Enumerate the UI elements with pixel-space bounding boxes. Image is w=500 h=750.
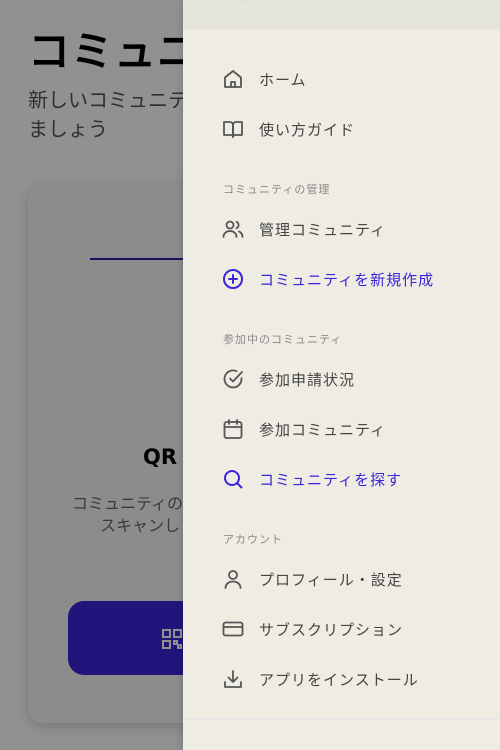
- menu-item-home[interactable]: ホーム: [221, 61, 307, 97]
- side-drawer: ホーム 使い方ガイド コミュニティの管理 管理コミュニティ コミュニティを新規作…: [183, 0, 500, 750]
- menu-item-label: 管理コミュニティ: [259, 220, 387, 239]
- menu-item-guide[interactable]: 使い方ガイド: [221, 111, 355, 147]
- drawer-footer-divider: [183, 719, 500, 720]
- menu-item-label: 使い方ガイド: [259, 120, 356, 139]
- menu-item-profile-settings[interactable]: プロフィール・設定: [221, 561, 403, 597]
- menu-item-find-community[interactable]: コミュニティを探す: [221, 461, 402, 497]
- menu-item-create-community[interactable]: コミュニティを新規作成: [221, 261, 434, 297]
- search-icon: [221, 467, 245, 491]
- home-icon: [221, 67, 245, 91]
- plus-circle-icon: [221, 267, 245, 291]
- menu-item-install-app[interactable]: アプリをインストール: [221, 661, 419, 697]
- calendar-icon: [221, 417, 245, 441]
- download-icon: [221, 667, 245, 691]
- menu-item-label: コミュニティを探す: [259, 470, 403, 489]
- menu-item-label: サブスクリプション: [259, 620, 404, 639]
- menu-item-label: 参加コミュニティ: [259, 420, 387, 439]
- menu-item-application-status[interactable]: 参加申請状況: [221, 361, 355, 397]
- credit-card-icon: [221, 617, 245, 641]
- section-joined: 参加中のコミュニティ: [223, 333, 343, 346]
- section-manage: コミュニティの管理: [223, 183, 331, 196]
- menu-item-label: コミュニティを新規作成: [259, 270, 435, 289]
- users-icon: [221, 217, 245, 241]
- drawer-header: [183, 0, 500, 29]
- menu-item-joined-communities[interactable]: 参加コミュニティ: [221, 411, 386, 447]
- menu-item-label: ホーム: [259, 70, 307, 89]
- menu-item-label: 参加申請状況: [259, 370, 356, 389]
- check-circle-icon: [221, 367, 245, 391]
- menu-item-subscription[interactable]: サブスクリプション: [221, 611, 403, 647]
- menu-item-label: アプリをインストール: [259, 670, 419, 689]
- section-account: アカウント: [223, 533, 283, 546]
- menu-item-label: プロフィール・設定: [259, 570, 403, 589]
- book-icon: [221, 117, 245, 141]
- avatar[interactable]: [221, 0, 263, 1]
- user-icon: [221, 567, 245, 591]
- menu-item-managed-communities[interactable]: 管理コミュニティ: [221, 211, 386, 247]
